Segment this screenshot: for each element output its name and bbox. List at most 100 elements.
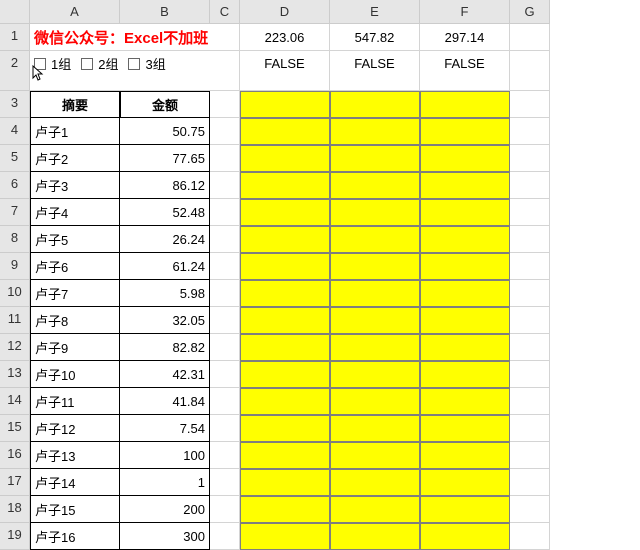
cell-c10[interactable] bbox=[210, 280, 240, 307]
row-header-18[interactable]: 18 bbox=[0, 496, 30, 523]
cell-g12[interactable] bbox=[510, 334, 550, 361]
cell-c12[interactable] bbox=[210, 334, 240, 361]
row-header-7[interactable]: 7 bbox=[0, 199, 30, 226]
cell-c18[interactable] bbox=[210, 496, 240, 523]
cell-d3[interactable] bbox=[240, 91, 330, 118]
cell-c16[interactable] bbox=[210, 442, 240, 469]
cell-d17[interactable] bbox=[240, 469, 330, 496]
cell-f15[interactable] bbox=[420, 415, 510, 442]
cell-d19[interactable] bbox=[240, 523, 330, 550]
cell-f9[interactable] bbox=[420, 253, 510, 280]
cell-c14[interactable] bbox=[210, 388, 240, 415]
cell-c3[interactable] bbox=[210, 91, 240, 118]
cell-b7[interactable]: 52.48 bbox=[120, 199, 210, 226]
cell-f11[interactable] bbox=[420, 307, 510, 334]
cell-b15[interactable]: 7.54 bbox=[120, 415, 210, 442]
cell-f1[interactable]: 297.14 bbox=[420, 24, 510, 51]
cell-b14[interactable]: 41.84 bbox=[120, 388, 210, 415]
checkbox-box-icon[interactable] bbox=[81, 58, 93, 70]
cell-d18[interactable] bbox=[240, 496, 330, 523]
cell-e9[interactable] bbox=[330, 253, 420, 280]
cell-e16[interactable] bbox=[330, 442, 420, 469]
row-header-2[interactable]: 2 bbox=[0, 51, 30, 91]
cell-d1[interactable]: 223.06 bbox=[240, 24, 330, 51]
cell-c6[interactable] bbox=[210, 172, 240, 199]
cell-b17[interactable]: 1 bbox=[120, 469, 210, 496]
cell-d9[interactable] bbox=[240, 253, 330, 280]
col-header-E[interactable]: E bbox=[330, 0, 420, 24]
row-header-13[interactable]: 13 bbox=[0, 361, 30, 388]
cell-f18[interactable] bbox=[420, 496, 510, 523]
cell-b8[interactable]: 26.24 bbox=[120, 226, 210, 253]
cell-d4[interactable] bbox=[240, 118, 330, 145]
cell-b9[interactable]: 61.24 bbox=[120, 253, 210, 280]
cell-g19[interactable] bbox=[510, 523, 550, 550]
row-header-16[interactable]: 16 bbox=[0, 442, 30, 469]
cell-d15[interactable] bbox=[240, 415, 330, 442]
cell-c4[interactable] bbox=[210, 118, 240, 145]
cell-f4[interactable] bbox=[420, 118, 510, 145]
cell-g13[interactable] bbox=[510, 361, 550, 388]
cell-a4[interactable]: 卢子1 bbox=[30, 118, 120, 145]
cell-e5[interactable] bbox=[330, 145, 420, 172]
col-header-F[interactable]: F bbox=[420, 0, 510, 24]
cell-f7[interactable] bbox=[420, 199, 510, 226]
cell-d11[interactable] bbox=[240, 307, 330, 334]
cell-e17[interactable] bbox=[330, 469, 420, 496]
cell-c19[interactable] bbox=[210, 523, 240, 550]
cell-a15[interactable]: 卢子12 bbox=[30, 415, 120, 442]
cell-g6[interactable] bbox=[510, 172, 550, 199]
cell-a12[interactable]: 卢子9 bbox=[30, 334, 120, 361]
row-header-1[interactable]: 1 bbox=[0, 24, 30, 51]
table-header-amount[interactable]: 金额 bbox=[120, 91, 210, 118]
cell-d6[interactable] bbox=[240, 172, 330, 199]
cell-f19[interactable] bbox=[420, 523, 510, 550]
cell-b19[interactable]: 300 bbox=[120, 523, 210, 550]
cell-g10[interactable] bbox=[510, 280, 550, 307]
cell-g18[interactable] bbox=[510, 496, 550, 523]
cell-a18[interactable]: 卢子15 bbox=[30, 496, 120, 523]
row-header-15[interactable]: 15 bbox=[0, 415, 30, 442]
cell-g14[interactable] bbox=[510, 388, 550, 415]
cell-g11[interactable] bbox=[510, 307, 550, 334]
cell-a17[interactable]: 卢子14 bbox=[30, 469, 120, 496]
cell-e6[interactable] bbox=[330, 172, 420, 199]
corner-cell[interactable] bbox=[0, 0, 30, 24]
cell-g16[interactable] bbox=[510, 442, 550, 469]
cell-d12[interactable] bbox=[240, 334, 330, 361]
cell-e13[interactable] bbox=[330, 361, 420, 388]
row-header-4[interactable]: 4 bbox=[0, 118, 30, 145]
cell-g5[interactable] bbox=[510, 145, 550, 172]
cell-d13[interactable] bbox=[240, 361, 330, 388]
cell-f8[interactable] bbox=[420, 226, 510, 253]
cell-a16[interactable]: 卢子13 bbox=[30, 442, 120, 469]
cell-a1[interactable]: 微信公众号：Excel不加班 bbox=[30, 24, 240, 51]
cell-g7[interactable] bbox=[510, 199, 550, 226]
row-header-10[interactable]: 10 bbox=[0, 280, 30, 307]
row-header-14[interactable]: 14 bbox=[0, 388, 30, 415]
cell-c7[interactable] bbox=[210, 199, 240, 226]
row-header-12[interactable]: 12 bbox=[0, 334, 30, 361]
col-header-G[interactable]: G bbox=[510, 0, 550, 24]
col-header-A[interactable]: A bbox=[30, 0, 120, 24]
cell-a19[interactable]: 卢子16 bbox=[30, 523, 120, 550]
cell-a5[interactable]: 卢子2 bbox=[30, 145, 120, 172]
checkbox-g3[interactable]: 3组 bbox=[128, 54, 165, 73]
cell-c15[interactable] bbox=[210, 415, 240, 442]
row-header-5[interactable]: 5 bbox=[0, 145, 30, 172]
cell-d10[interactable] bbox=[240, 280, 330, 307]
cell-f3[interactable] bbox=[420, 91, 510, 118]
cell-g1[interactable] bbox=[510, 24, 550, 51]
cell-g3[interactable] bbox=[510, 91, 550, 118]
cell-a14[interactable]: 卢子11 bbox=[30, 388, 120, 415]
cell-c5[interactable] bbox=[210, 145, 240, 172]
cell-e14[interactable] bbox=[330, 388, 420, 415]
cell-d5[interactable] bbox=[240, 145, 330, 172]
cell-g2[interactable] bbox=[510, 51, 550, 91]
cell-g15[interactable] bbox=[510, 415, 550, 442]
cell-e3[interactable] bbox=[330, 91, 420, 118]
cell-b12[interactable]: 82.82 bbox=[120, 334, 210, 361]
checkbox-box-icon[interactable] bbox=[128, 58, 140, 70]
cell-e12[interactable] bbox=[330, 334, 420, 361]
cell-a6[interactable]: 卢子3 bbox=[30, 172, 120, 199]
